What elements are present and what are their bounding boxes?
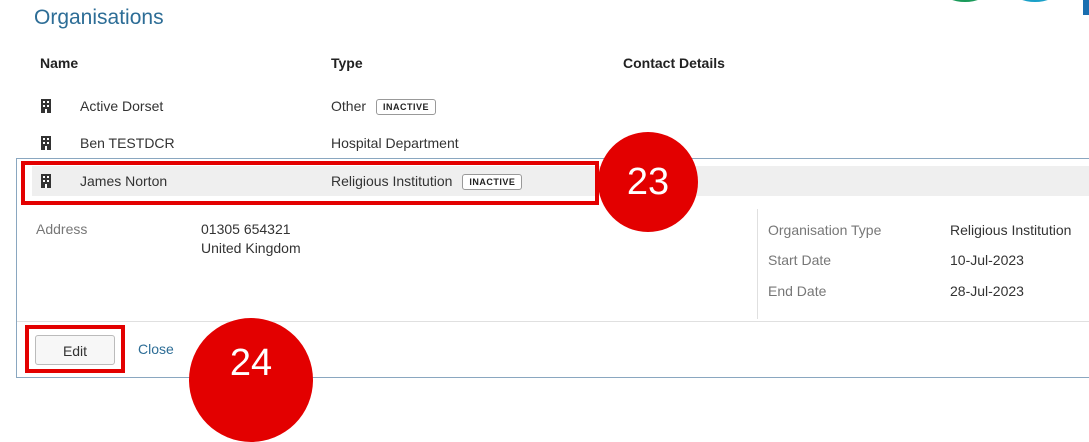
panel-divider: [17, 321, 1089, 322]
panel-divider: [757, 209, 758, 319]
column-header-contact[interactable]: Contact Details: [623, 55, 725, 71]
close-link[interactable]: Close: [138, 341, 174, 357]
column-header-name[interactable]: Name: [40, 55, 78, 71]
address-line-2: United Kingdom: [201, 240, 301, 256]
building-icon: [41, 136, 51, 150]
row-type-label: Other: [331, 98, 367, 114]
table-row[interactable]: Active Dorset Other INACTIVE: [32, 91, 1089, 121]
end-date-label: End Date: [768, 283, 827, 299]
step-marker-23: 23: [598, 132, 698, 232]
row-type: Other INACTIVE: [331, 98, 437, 116]
step-marker-24: 24: [189, 318, 313, 442]
highlight-box-row: [21, 161, 599, 205]
page-title: Organisations: [34, 6, 164, 29]
organisation-type-label: Organisation Type: [768, 222, 882, 238]
row-type: Hospital Department: [331, 135, 459, 151]
table-row[interactable]: Ben TESTDCR Hospital Department: [32, 128, 1089, 158]
column-header-type[interactable]: Type: [331, 55, 363, 71]
start-date-value: 10-Jul-2023: [950, 252, 1024, 268]
organisation-type-value: Religious Institution: [950, 222, 1072, 238]
address-line-1: 01305 654321: [201, 221, 291, 237]
building-icon: [41, 99, 51, 113]
row-name: Active Dorset: [80, 98, 164, 114]
row-name: Ben TESTDCR: [80, 135, 175, 151]
address-label: Address: [36, 221, 88, 237]
start-date-label: Start Date: [768, 252, 832, 268]
brand-logo: [952, 0, 1089, 15]
end-date-value: 28-Jul-2023: [950, 283, 1024, 299]
status-badge: INACTIVE: [376, 99, 437, 116]
highlight-box-edit: [25, 325, 125, 373]
